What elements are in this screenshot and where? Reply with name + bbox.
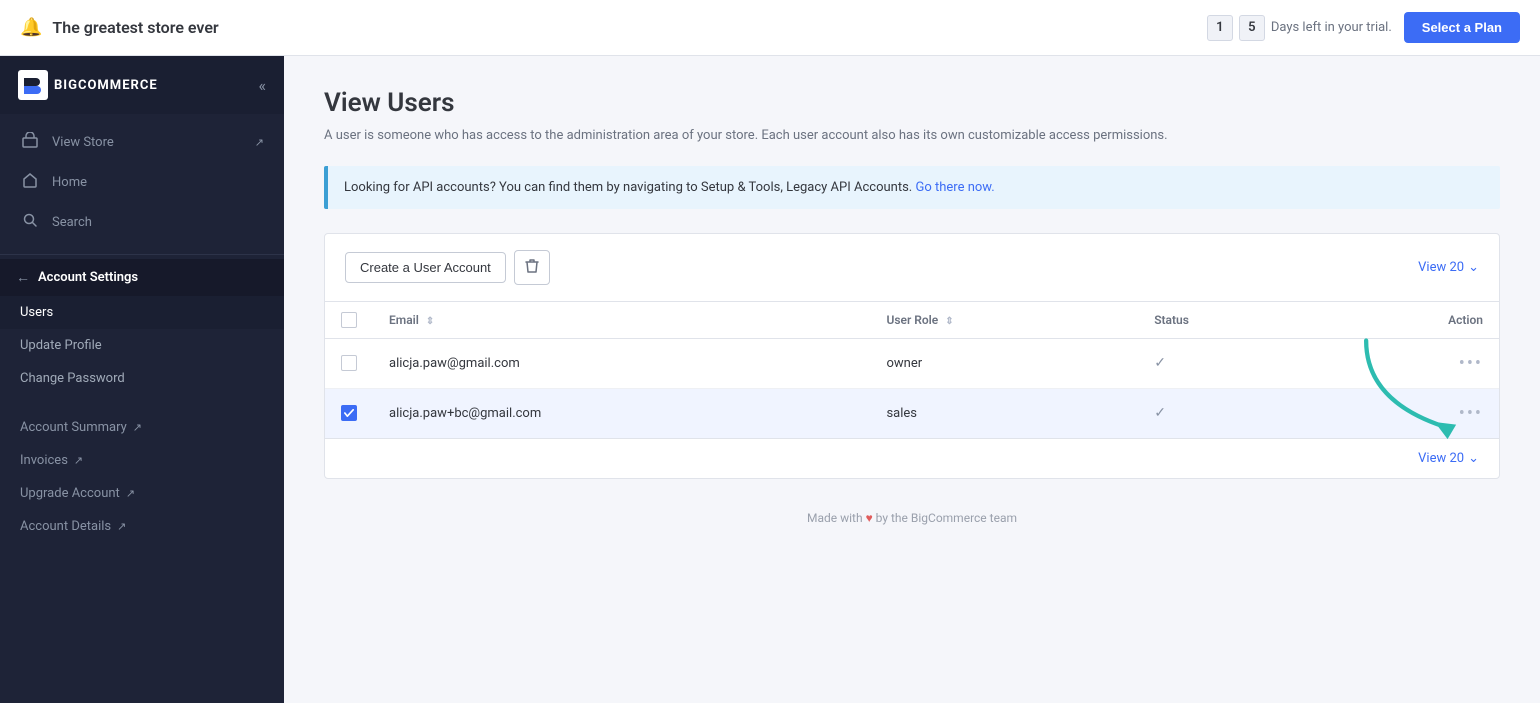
footer: Made with ♥ by the BigCommerce team [324, 511, 1500, 545]
info-banner: Looking for API accounts? You can find t… [324, 166, 1500, 209]
row1-action-menu[interactable]: ••• [1459, 353, 1483, 374]
logo: BIGCOMMERCE [18, 70, 158, 100]
view-count-dropdown[interactable]: View 20 ⌄ [1418, 260, 1479, 275]
table-container: Email ⇕ User Role ⇕ Status Act [325, 302, 1499, 438]
col-role: User Role ⇕ [870, 302, 1138, 339]
row1-checkbox[interactable] [341, 355, 357, 371]
users-table: Email ⇕ User Role ⇕ Status Act [325, 302, 1499, 438]
notification-icon[interactable]: 🔔 [20, 17, 42, 38]
page-title: View Users [324, 88, 1500, 118]
sidebar-divider [0, 254, 284, 255]
row1-email-cell: alicja.paw@gmail.com [373, 338, 870, 388]
row2-select-cell [325, 388, 373, 438]
trial-text: Days left in your trial. [1271, 20, 1392, 35]
row1-select-cell [325, 338, 373, 388]
create-user-button[interactable]: Create a User Account [345, 252, 506, 283]
layout: BIGCOMMERCE « View Store ↗ Home [0, 56, 1540, 703]
chevron-down-bottom-icon: ⌄ [1468, 451, 1479, 466]
row2-status-cell: ✓ [1138, 388, 1318, 438]
banner-link[interactable]: Go there now. [915, 180, 994, 195]
card-footer: View 20 ⌄ [325, 438, 1499, 478]
row2-role-cell: sales [870, 388, 1138, 438]
main-content: View Users A user is someone who has acc… [284, 56, 1540, 703]
table-row: alicja.paw@gmail.com owner ✓ ••• [325, 338, 1499, 388]
store-name: The greatest store ever [52, 18, 218, 37]
banner-text: Looking for API accounts? You can find t… [344, 180, 912, 195]
ext-icon-account-summary: ↗ [133, 421, 142, 434]
account-settings-section[interactable]: ← Account Settings [0, 259, 284, 296]
sidebar-nav: View Store ↗ Home Search [0, 114, 284, 250]
col-select [325, 302, 373, 339]
row2-status-check: ✓ [1154, 405, 1166, 421]
logo-text: BIGCOMMERCE [54, 78, 158, 93]
top-bar: 🔔 The greatest store ever 1 5 Days left … [0, 0, 1540, 56]
sidebar-sub-nav: Users Update Profile Change Password [0, 296, 284, 395]
users-content-card: Create a User Account View 20 ⌄ [324, 233, 1500, 479]
sidebar-item-account-summary[interactable]: Account Summary ↗ [0, 411, 284, 444]
sidebar-item-home[interactable]: Home [0, 162, 284, 202]
trial-days: 1 5 Days left in your trial. [1207, 15, 1392, 41]
row1-status-check: ✓ [1154, 355, 1166, 371]
sidebar-logo: BIGCOMMERCE « [0, 56, 284, 114]
top-bar-right: 1 5 Days left in your trial. Select a Pl… [1207, 12, 1520, 43]
view-count-bottom-label: View 20 [1418, 451, 1464, 466]
home-icon [20, 172, 40, 192]
sidebar-item-users[interactable]: Users [0, 296, 284, 329]
account-settings-label: Account Settings [38, 270, 138, 285]
row1-role-cell: owner [870, 338, 1138, 388]
sidebar-item-update-profile[interactable]: Update Profile [0, 329, 284, 362]
sidebar-item-view-store[interactable]: View Store ↗ [0, 122, 284, 162]
sidebar-item-invoices[interactable]: Invoices ↗ [0, 444, 284, 477]
table-body: alicja.paw@gmail.com owner ✓ ••• [325, 338, 1499, 438]
page-description: A user is someone who has access to the … [324, 126, 1500, 146]
col-action: Action [1318, 302, 1499, 339]
top-bar-left: 🔔 The greatest store ever [20, 17, 219, 38]
view-count-bottom[interactable]: View 20 ⌄ [1418, 451, 1479, 466]
back-arrow-icon: ← [16, 269, 30, 286]
table-header: Email ⇕ User Role ⇕ Status Act [325, 302, 1499, 339]
external-link-icon: ↗ [255, 136, 264, 149]
table-row: alicja.paw+bc@gmail.com sales ✓ ••• [325, 388, 1499, 438]
row1-status-cell: ✓ [1138, 338, 1318, 388]
chevron-down-icon: ⌄ [1468, 260, 1479, 275]
role-sort-icon[interactable]: ⇕ [945, 316, 953, 327]
row2-action-menu[interactable]: ••• [1459, 403, 1483, 424]
ext-icon-upgrade-account: ↗ [126, 487, 135, 500]
collapse-sidebar-icon[interactable]: « [258, 76, 266, 95]
card-toolbar: Create a User Account View 20 ⌄ [325, 234, 1499, 302]
heart-icon: ♥ [866, 511, 876, 525]
ext-icon-account-details: ↗ [117, 520, 126, 533]
delete-button[interactable] [514, 250, 550, 285]
col-status: Status [1138, 302, 1318, 339]
trial-day2-badge: 5 [1239, 15, 1265, 41]
row2-action-cell: ••• [1318, 388, 1499, 438]
home-label: Home [52, 175, 87, 190]
bigcommerce-logo-icon [18, 70, 48, 100]
select-plan-button[interactable]: Select a Plan [1404, 12, 1520, 43]
sidebar-item-account-details[interactable]: Account Details ↗ [0, 510, 284, 543]
store-icon [20, 132, 40, 152]
search-icon [20, 212, 40, 232]
view-count-label: View 20 [1418, 260, 1464, 275]
ext-icon-invoices: ↗ [74, 454, 83, 467]
row1-action-cell: ••• [1318, 338, 1499, 388]
trial-day1-badge: 1 [1207, 15, 1233, 41]
sidebar-item-search[interactable]: Search [0, 202, 284, 242]
row2-email-cell: alicja.paw+bc@gmail.com [373, 388, 870, 438]
select-all-checkbox[interactable] [341, 312, 357, 328]
sidebar-item-change-password[interactable]: Change Password [0, 362, 284, 395]
sidebar-item-upgrade-account[interactable]: Upgrade Account ↗ [0, 477, 284, 510]
sidebar: BIGCOMMERCE « View Store ↗ Home [0, 56, 284, 703]
row2-checkbox[interactable] [341, 405, 357, 421]
search-label: Search [52, 215, 92, 230]
view-store-label: View Store [52, 135, 114, 150]
col-email: Email ⇕ [373, 302, 870, 339]
trash-icon [525, 258, 539, 274]
email-sort-icon[interactable]: ⇕ [426, 316, 434, 327]
